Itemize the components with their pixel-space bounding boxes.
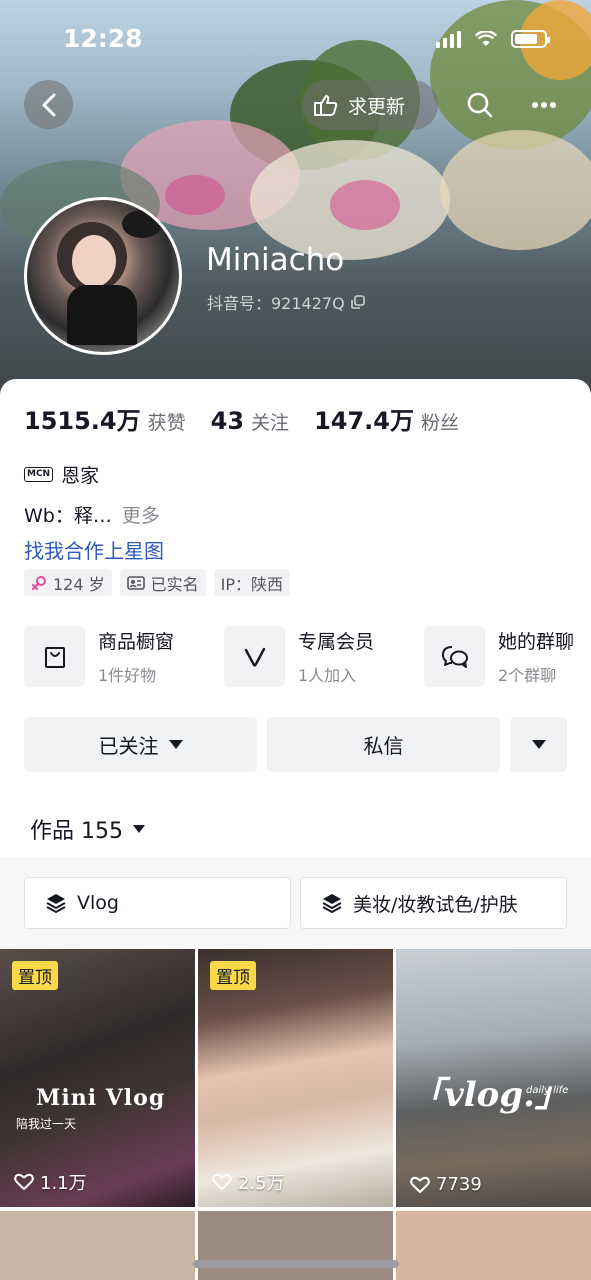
- video-thumbnail[interactable]: 置顶 Mini Vlog 陪我过一天 1.1万: [0, 949, 195, 1207]
- feature-title: 专属会员: [298, 631, 375, 653]
- followed-button[interactable]: 已关注: [24, 717, 257, 772]
- more-actions-button[interactable]: [510, 717, 567, 772]
- feature-membership[interactable]: 专属会员 1人加入: [224, 626, 424, 687]
- video-likes: 7739: [410, 1174, 482, 1195]
- search-icon: [467, 92, 493, 118]
- collection-label: Vlog: [77, 892, 119, 914]
- collection-label: 美妆/妆教试色/护肤: [353, 893, 518, 916]
- feature-title: 她的群聊: [498, 631, 575, 653]
- back-button[interactable]: [24, 80, 73, 129]
- heart-icon: [14, 1173, 34, 1190]
- home-indicator[interactable]: [193, 1260, 399, 1268]
- id-card-icon: [126, 575, 145, 590]
- video-overlay-subtitle: daily life: [526, 1085, 569, 1096]
- shopping-bag-icon: [44, 646, 65, 668]
- feature-title: 商品橱窗: [98, 631, 175, 653]
- caret-down-icon: [133, 825, 145, 833]
- request-update-button[interactable]: 求更新: [302, 80, 438, 130]
- video-overlay-subtitle: 陪我过一天: [16, 1117, 77, 1131]
- ip-text: IP：陕西: [220, 574, 284, 594]
- douyin-id[interactable]: 抖音号：921427Q: [207, 290, 365, 314]
- likes-count: 7739: [436, 1174, 482, 1195]
- video-likes: 2.5万: [212, 1169, 285, 1195]
- avatar[interactable]: [24, 197, 182, 355]
- video-thumbnail[interactable]: [0, 1211, 195, 1280]
- stats-row: 1515.4万 获赞 43 关注 147.4万 粉丝: [24, 401, 484, 436]
- member-v-icon: [244, 647, 265, 667]
- bio: Wb：释… 更多: [24, 501, 160, 528]
- message-label: 私信: [363, 734, 404, 758]
- bio-text: Wb：释…: [24, 505, 112, 527]
- pinned-badge: 置顶: [210, 961, 256, 990]
- followed-label: 已关注: [98, 734, 159, 758]
- profile-banner: 12:28 求更新 Miniacho 抖音号：921427Q: [0, 0, 591, 400]
- feature-row: 商品橱窗 1件好物 专属会员 1人加入 她的群聊 2个群聊: [24, 626, 591, 687]
- video-overlay-title: Mini Vlog: [36, 1085, 166, 1111]
- chevron-left-icon: [42, 93, 55, 116]
- bio-more-link[interactable]: 更多: [122, 505, 160, 527]
- likes-label: 获赞: [147, 412, 186, 434]
- hand-point-icon: [314, 95, 338, 116]
- action-buttons: 已关注 私信: [24, 717, 567, 772]
- ip-tag: IP：陕西: [213, 569, 291, 596]
- works-label: 作品 155: [30, 819, 123, 844]
- works-tab[interactable]: 作品 155: [30, 813, 145, 845]
- following-label: 关注: [251, 412, 290, 434]
- request-update-label: 求更新: [348, 95, 406, 118]
- collection-makeup[interactable]: 美妆/妆教试色/护肤: [300, 877, 567, 929]
- profile-name: Miniacho: [206, 242, 345, 278]
- verified-tag: 已实名: [119, 569, 206, 596]
- cellular-signal-icon: [436, 30, 461, 48]
- feature-group-chat[interactable]: 她的群聊 2个群聊: [424, 626, 591, 687]
- feature-sub: 1人加入: [298, 666, 357, 685]
- feature-sub: 2个群聊: [498, 666, 557, 685]
- message-button[interactable]: 私信: [267, 717, 500, 772]
- followers-count[interactable]: 147.4万: [314, 401, 414, 436]
- feature-shop-window[interactable]: 商品橱窗 1件好物: [24, 626, 224, 687]
- feature-sub: 1件好物: [98, 666, 157, 685]
- mcn-row[interactable]: MCN 恩家: [24, 461, 99, 488]
- female-icon: [32, 575, 46, 590]
- collections-row: Vlog 美妆/妆教试色/护肤: [0, 857, 591, 948]
- douyin-id-text: 抖音号：921427Q: [207, 294, 345, 313]
- likes-count[interactable]: 1515.4万: [24, 401, 141, 436]
- video-thumbnail[interactable]: 置顶 2.5万: [198, 949, 393, 1207]
- pinned-badge: 置顶: [12, 961, 58, 990]
- age-tag: 124 岁: [24, 569, 112, 596]
- layers-icon: [322, 894, 342, 913]
- status-time: 12:28: [63, 24, 143, 53]
- caret-down-icon: [168, 740, 183, 749]
- likes-count: 2.5万: [238, 1173, 285, 1194]
- verified-text: 已实名: [150, 574, 199, 594]
- heart-icon: [212, 1173, 232, 1190]
- collection-vlog[interactable]: Vlog: [24, 877, 291, 929]
- wifi-icon: [475, 31, 497, 46]
- mcn-badge: MCN: [24, 467, 54, 482]
- likes-count: 1.1万: [40, 1173, 87, 1194]
- profile-tags: 124 岁 已实名 IP：陕西: [24, 569, 291, 596]
- search-button[interactable]: [456, 80, 504, 130]
- battery-icon: [511, 30, 550, 48]
- mcn-name: 恩家: [61, 465, 100, 487]
- copy-icon: [350, 295, 365, 309]
- followers-label: 粉丝: [420, 412, 459, 434]
- age-text: 124 岁: [53, 574, 105, 594]
- caret-down-icon: [531, 740, 546, 749]
- video-thumbnail[interactable]: [396, 1211, 591, 1280]
- heart-icon: [410, 1176, 430, 1193]
- more-dots-icon: [532, 102, 556, 108]
- chat-bubbles-icon: [441, 645, 468, 668]
- video-likes: 1.1万: [14, 1169, 87, 1195]
- more-button[interactable]: [520, 80, 568, 130]
- video-thumbnail[interactable]: 「vlog.」 daily life 7739: [396, 949, 591, 1207]
- layers-icon: [46, 894, 66, 913]
- status-bar: 12:28: [0, 0, 591, 80]
- video-thumbnail[interactable]: [198, 1211, 393, 1280]
- following-count[interactable]: 43: [211, 407, 244, 435]
- star-map-link[interactable]: 找我合作上星图: [24, 535, 164, 564]
